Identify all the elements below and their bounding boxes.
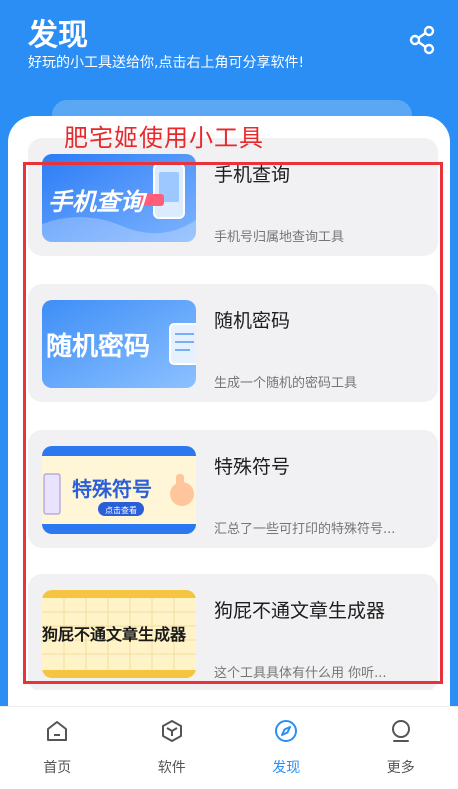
- tool-card-article-generator[interactable]: 狗屁不通文章生成器 狗屁不通文章生成器 这个工具具体有什么用 你听...: [28, 574, 438, 690]
- tool-title: 狗屁不通文章生成器: [214, 600, 386, 622]
- compass-icon: [272, 717, 300, 745]
- nav-label: 首页: [43, 760, 72, 776]
- nav-label: 发现: [272, 760, 301, 776]
- tool-title: 特殊符号: [214, 456, 291, 478]
- nav-item-discover[interactable]: 发现: [229, 707, 344, 789]
- tool-card-special-symbols[interactable]: 特殊符号 点击查看 特殊符号 汇总了一些可打印的特殊符号...: [28, 430, 438, 548]
- tool-title: 手机查询: [214, 164, 291, 186]
- page-title: 发现: [28, 18, 88, 53]
- bottom-nav: 首页 软件 发现 更多: [0, 706, 458, 789]
- thumbnail-text: 狗屁不通文章生成器: [42, 625, 187, 644]
- tool-description: 手机号归属地查询工具: [214, 230, 345, 245]
- tool-description: 生成一个随机的密码工具: [214, 376, 358, 391]
- nav-item-home[interactable]: 首页: [0, 707, 115, 789]
- tool-card-phone-lookup[interactable]: 手机查询 手机查询 手机号归属地查询工具: [28, 138, 438, 256]
- tool-thumbnail: 狗屁不通文章生成器: [42, 590, 196, 678]
- thumbnail-badge: 点击查看: [105, 505, 137, 515]
- tool-thumbnail: 特殊符号 点击查看: [42, 446, 196, 534]
- tool-card-random-password[interactable]: 随机密码 随机密码 生成一个随机的密码工具: [28, 284, 438, 402]
- page-subtitle: 好玩的小工具送给你,点击右上角可分享软件!: [28, 55, 305, 71]
- person-icon: [387, 717, 415, 745]
- nav-item-software[interactable]: 软件: [115, 707, 230, 789]
- home-icon: [43, 717, 71, 745]
- thumbnail-text: 手机查询: [48, 188, 148, 216]
- thumbnail-text: 随机密码: [46, 331, 150, 362]
- annotation-label: 肥宅姬使用小工具: [64, 124, 264, 152]
- tool-description: 这个工具具体有什么用 你听...: [214, 666, 387, 681]
- tool-thumbnail: 手机查询: [42, 154, 196, 242]
- tool-title: 随机密码: [214, 310, 291, 332]
- tool-list: 手机查询 手机查询 手机号归属地查询工具 随机密码 随机密码 生成一个随机的密码…: [28, 138, 438, 690]
- tool-description: 汇总了一些可打印的特殊符号...: [214, 522, 396, 537]
- box-icon: [158, 717, 186, 745]
- header: 发现 好玩的小工具送给你,点击右上角可分享软件!: [0, 0, 458, 130]
- nav-item-more[interactable]: 更多: [344, 707, 458, 789]
- tool-thumbnail: 随机密码: [42, 300, 196, 388]
- nav-label: 软件: [157, 760, 186, 776]
- nav-label: 更多: [386, 760, 415, 776]
- share-icon: [409, 25, 435, 55]
- share-button[interactable]: [404, 22, 440, 58]
- thumbnail-text: 特殊符号: [72, 477, 152, 501]
